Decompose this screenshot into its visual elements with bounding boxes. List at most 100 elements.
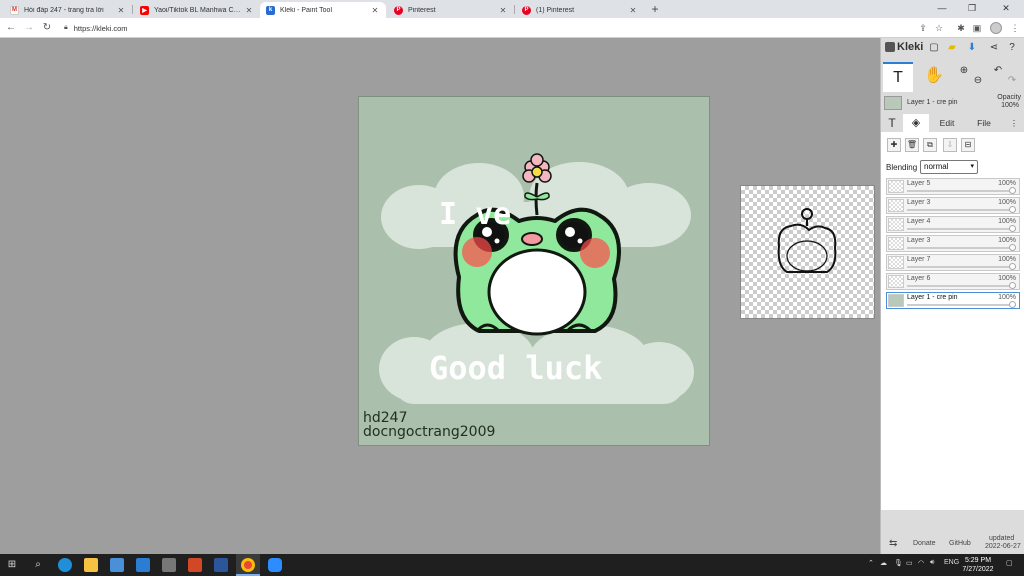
redo-icon[interactable]: ↷ [1005, 74, 1019, 88]
zoom-app-icon[interactable] [268, 558, 282, 572]
word-icon[interactable] [214, 558, 228, 572]
layer-thumbnail [888, 237, 904, 250]
download-icon[interactable]: ⬇ [965, 41, 979, 55]
layer-item[interactable]: Layer 3 100% [886, 235, 1020, 252]
drawing-canvas[interactable]: I ve Good luck hd247 docngoctrang2009 [358, 96, 710, 446]
close-icon[interactable]: ✕ [628, 6, 638, 15]
powerpoint-icon[interactable] [188, 558, 202, 572]
browser-tab-strip: M Hỏi đáp 247 - trang tra lời ✕ ▶ Yaoi/T… [0, 0, 1024, 18]
zoom-in-icon[interactable]: ⊕ [957, 64, 971, 78]
mic-icon[interactable]: 🎙︎ [894, 559, 903, 567]
tab-kleki[interactable]: k Kleki - Paint Tool ✕ [260, 2, 386, 18]
slider-knob[interactable] [1009, 301, 1016, 308]
bookmark-star-icon[interactable]: ☆ [932, 21, 946, 35]
chrome-icon[interactable] [241, 558, 255, 572]
layer-opacity-slider[interactable] [907, 244, 1016, 251]
share-icon[interactable]: ⋖ [987, 41, 1001, 55]
edge-icon[interactable] [58, 558, 72, 572]
close-window-button[interactable]: ✕ [992, 0, 1020, 16]
new-image-icon[interactable]: ▢ [927, 41, 941, 55]
slider-knob[interactable] [1009, 263, 1016, 270]
tab-pinterest-2[interactable]: P (1) Pinterest ✕ [516, 2, 644, 18]
blending-value: normal [924, 162, 949, 171]
restore-button[interactable]: ❐ [958, 0, 986, 16]
menu-icon[interactable]: ⋮ [1008, 21, 1022, 35]
clock-date: 7/27/2022 [962, 566, 994, 573]
tab-text-tool[interactable]: T [881, 114, 903, 132]
blending-select[interactable]: normal ▾ [920, 160, 978, 174]
close-icon[interactable]: ✕ [498, 6, 508, 15]
delete-layer-icon[interactable]: 🗑︎ [905, 138, 919, 152]
share-icon[interactable]: ⇪ [916, 21, 930, 35]
new-tab-button[interactable]: + [648, 2, 662, 16]
extensions-icon[interactable]: ✱ [954, 21, 968, 35]
slider-knob[interactable] [1009, 244, 1016, 251]
signature-line-2: docngoctrang2009 [363, 424, 496, 440]
slider-knob[interactable] [1009, 206, 1016, 213]
wifi-icon[interactable]: ◠ [918, 559, 924, 567]
camera-icon[interactable] [162, 558, 176, 572]
back-icon[interactable]: ← [4, 21, 18, 35]
undo-icon[interactable]: ↶ [991, 64, 1005, 78]
tray-arrow-icon[interactable]: ⌃ [868, 559, 874, 567]
canvas-workspace[interactable]: I ve Good luck hd247 docngoctrang2009 [0, 38, 880, 554]
address-bar[interactable]: 🔒︎ https://kleki.com [58, 20, 898, 36]
help-icon[interactable]: ? [1005, 41, 1019, 55]
github-link[interactable]: GitHub [949, 540, 971, 547]
layer-item[interactable]: Layer 7 100% [886, 254, 1020, 271]
close-icon[interactable]: ✕ [116, 6, 126, 15]
minimize-button[interactable]: — [928, 0, 956, 16]
text-tool-button[interactable]: T [883, 62, 913, 92]
windows-start-icon[interactable]: ⊞ [4, 557, 20, 573]
layer-opacity-slider[interactable] [907, 225, 1016, 232]
layer-opacity-slider[interactable] [907, 206, 1016, 213]
duplicate-layer-icon[interactable]: ⧉ [923, 138, 937, 152]
add-layer-icon[interactable]: ✚ [887, 138, 901, 152]
language-indicator[interactable]: ENG [944, 559, 959, 566]
volume-icon[interactable]: 🔊︎ [930, 559, 934, 567]
tab-hoi-dap[interactable]: M Hỏi đáp 247 - trang tra lời ✕ [4, 2, 132, 18]
clock[interactable]: 5:29 PM 7/27/2022 [958, 556, 998, 574]
tab-file[interactable]: File [965, 114, 1003, 132]
side-panel-icon[interactable]: ▣ [970, 21, 984, 35]
slider-knob[interactable] [1009, 282, 1016, 289]
layer-options-icon[interactable]: ⊟ [961, 138, 975, 152]
cloud-icon[interactable]: ☁ [880, 559, 887, 567]
close-icon[interactable]: ✕ [244, 6, 254, 15]
file-explorer-icon[interactable] [84, 558, 98, 572]
battery-icon[interactable]: ▭ [906, 559, 913, 567]
close-icon[interactable]: ✕ [370, 6, 380, 15]
hand-tool-icon[interactable]: ✋ [919, 62, 949, 92]
layer-opacity-slider[interactable] [907, 263, 1016, 270]
more-menu-icon[interactable]: ⋮ [1003, 114, 1024, 132]
store-icon[interactable] [110, 558, 124, 572]
layer-opacity-slider[interactable] [907, 301, 1016, 308]
search-icon[interactable]: ⌕ [30, 557, 46, 573]
layer-item-selected[interactable]: Layer 1 - cre pin 100% [886, 292, 1020, 309]
swap-icon[interactable]: ⇆ [889, 538, 897, 549]
tab-pinterest[interactable]: P Pinterest ✕ [388, 2, 514, 18]
layer-opacity-slider[interactable] [907, 282, 1016, 289]
layer-item[interactable]: Layer 3 100% [886, 197, 1020, 214]
donate-link[interactable]: Donate [913, 540, 936, 547]
forward-icon[interactable]: → [22, 21, 36, 35]
layer-item[interactable]: Layer 4 100% [886, 216, 1020, 233]
zoom-out-icon[interactable]: ⊖ [971, 74, 985, 88]
slider-knob[interactable] [1009, 225, 1016, 232]
layer-item[interactable]: Layer 5 100% [886, 178, 1020, 195]
tab-layers-icon[interactable]: ◈ [903, 114, 929, 132]
slider-knob[interactable] [1009, 187, 1016, 194]
current-layer-thumbnail [884, 96, 902, 110]
layer-opacity-slider[interactable] [907, 187, 1016, 194]
mail-icon[interactable] [136, 558, 150, 572]
profile-avatar[interactable] [990, 22, 1002, 34]
tab-youtube[interactable]: ▶ Yaoi/Tiktok BL Manhwa Compilati ✕ [134, 2, 260, 18]
layer-list: Layer 5 100% Layer 3 100% Layer 4 100% L… [881, 178, 1024, 510]
reload-icon[interactable]: ↻ [40, 21, 54, 35]
layer-item[interactable]: Layer 6 100% [886, 273, 1020, 290]
artwork-top-text: I ve [439, 197, 512, 232]
tab-edit[interactable]: Edit [929, 114, 965, 132]
merge-layer-icon[interactable]: ⇩ [943, 138, 957, 152]
open-folder-icon[interactable]: ▰ [945, 41, 959, 55]
notifications-icon[interactable]: ▢ [1006, 559, 1013, 567]
